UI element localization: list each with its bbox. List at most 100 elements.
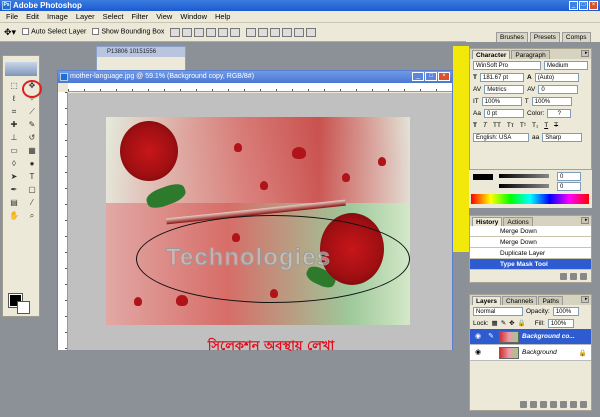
tab-history[interactable]: History [472, 217, 503, 226]
delete-state-icon[interactable] [580, 272, 587, 280]
history-item[interactable]: Merge Down [470, 226, 591, 237]
tracking-field[interactable]: 0 [538, 84, 579, 94]
bounding-box-checkbox[interactable] [92, 28, 100, 36]
lock-brush-icon[interactable]: ✎ [501, 319, 506, 327]
image-canvas[interactable]: Technologies [106, 117, 410, 325]
canvas-area[interactable]: Technologies সিলেকশন অবস্থায় লেখা [68, 93, 452, 354]
type-tool-icon[interactable]: T [25, 171, 39, 183]
dodge-tool-icon[interactable]: ● [25, 158, 39, 170]
menu-help[interactable]: Help [211, 12, 234, 21]
menu-filter[interactable]: Filter [128, 12, 153, 21]
distribute-top-icon[interactable] [246, 27, 257, 37]
vertical-scale-field[interactable]: 100% [481, 96, 522, 106]
align-bottom-icon[interactable] [194, 27, 205, 37]
eyedropper-tool-icon[interactable]: ⁄ [25, 197, 39, 209]
menu-layer[interactable]: Layer [72, 12, 99, 21]
new-group-icon[interactable] [560, 400, 567, 408]
auto-select-option[interactable]: Auto Select Layer [22, 28, 86, 36]
shape-tool-icon[interactable]: ▢ [25, 184, 39, 196]
lock-all-icon[interactable]: 🔒 [518, 319, 526, 327]
visibility-eye-icon[interactable]: ◉ [473, 332, 483, 342]
all-caps-icon[interactable]: TT [493, 122, 501, 129]
layer-style-icon[interactable] [530, 400, 537, 408]
align-center-icon[interactable] [218, 27, 229, 37]
layers-menu-icon[interactable]: ▸ [581, 296, 589, 303]
font-size-field[interactable]: 181.67 pt [479, 72, 524, 82]
new-snapshot-icon[interactable] [570, 272, 577, 280]
lock-move-icon[interactable]: ✥ [509, 319, 514, 327]
slice-tool-icon[interactable]: ⟋ [25, 106, 39, 118]
layer-row-background-copy[interactable]: ◉ ✎ Background co... [470, 329, 591, 345]
tab-paths[interactable]: Paths [538, 296, 564, 305]
tab-layers[interactable]: Layers [472, 296, 501, 305]
eraser-tool-icon[interactable]: ▭ [7, 145, 21, 157]
color-slider-2[interactable] [499, 184, 549, 188]
menu-file[interactable]: File [2, 12, 22, 21]
dock-tab-brushes[interactable]: Brushes [496, 32, 528, 42]
lasso-tool-icon[interactable]: ℓ [7, 93, 21, 105]
toolbox-logo[interactable] [5, 62, 37, 76]
doc-minimize-button[interactable]: _ [412, 72, 424, 81]
fill-field[interactable]: 100% [547, 318, 574, 328]
new-document-from-state-icon[interactable] [560, 272, 567, 280]
baseline-shift-field[interactable]: 0 pt [483, 108, 524, 118]
history-menu-icon[interactable]: ▸ [581, 217, 589, 224]
adjustment-layer-icon[interactable] [550, 400, 557, 408]
distribute-hcenter-icon[interactable] [293, 27, 304, 37]
align-left-icon[interactable] [206, 27, 217, 37]
link-layers-icon[interactable] [520, 400, 527, 408]
lock-transparency-icon[interactable]: ▦ [492, 319, 498, 327]
gradient-tool-icon[interactable]: ▦ [25, 145, 39, 157]
path-selection-icon[interactable]: ➤ [7, 171, 21, 183]
history-brush-icon[interactable]: ↺ [25, 132, 39, 144]
visibility-eye-icon[interactable]: ◉ [473, 348, 483, 358]
align-middle-icon[interactable] [182, 27, 193, 37]
marquee-tool-icon[interactable]: ⬚ [7, 80, 21, 92]
underline-icon[interactable]: T [544, 122, 548, 129]
horizontal-scale-field[interactable]: 100% [531, 96, 572, 106]
blur-tool-icon[interactable]: ◊ [7, 158, 21, 170]
kerning-field[interactable]: Metrics [484, 84, 525, 94]
faux-italic-icon[interactable]: T [483, 122, 487, 129]
faux-bold-icon[interactable]: T [473, 122, 477, 129]
leading-field[interactable]: (Auto) [534, 72, 579, 82]
superscript-icon[interactable]: T¹ [520, 122, 526, 129]
minimize-button[interactable]: _ [569, 1, 578, 10]
history-item-selected[interactable]: Type Mask Tool [470, 259, 591, 270]
color-value-1[interactable]: 0 [557, 172, 581, 181]
language-select[interactable]: English: USA [473, 132, 529, 142]
small-caps-icon[interactable]: Tт [507, 122, 514, 129]
move-tool-preset-icon[interactable]: ✥▾ [4, 27, 16, 38]
align-right-icon[interactable] [230, 27, 241, 37]
bounding-box-option[interactable]: Show Bounding Box [92, 28, 164, 36]
text-color-swatch[interactable]: ? [547, 108, 572, 118]
font-style-select[interactable]: Medium [544, 60, 588, 70]
history-item[interactable]: Duplicate Layer [470, 248, 591, 259]
tab-character[interactable]: Character [472, 50, 511, 59]
healing-brush-icon[interactable]: ✚ [7, 119, 21, 131]
doc-maximize-button[interactable]: □ [425, 72, 437, 81]
font-family-select[interactable]: WinSoft Pro [473, 60, 541, 70]
layer-row-background[interactable]: ◉ Background 🔒 [470, 345, 591, 361]
align-top-icon[interactable] [170, 27, 181, 37]
clone-stamp-icon[interactable]: ⊥ [7, 132, 21, 144]
menu-view[interactable]: View [152, 12, 176, 21]
hand-tool-icon[interactable]: ✋ [7, 210, 21, 222]
color-value-2[interactable]: 0 [557, 182, 581, 191]
layer-mask-icon[interactable] [540, 400, 547, 408]
subscript-icon[interactable]: T₁ [532, 122, 538, 129]
doc-close-button[interactable]: × [438, 72, 450, 81]
distribute-left-icon[interactable] [282, 27, 292, 37]
color-slider[interactable] [499, 174, 549, 178]
notes-tool-icon[interactable]: ▤ [7, 197, 21, 209]
distribute-middle-icon[interactable] [258, 27, 269, 37]
pen-tool-icon[interactable]: ✒ [7, 184, 21, 196]
brush-tool-icon[interactable]: ✎ [25, 119, 39, 131]
distribute-bottom-icon[interactable] [270, 27, 281, 37]
dock-tab-presets[interactable]: Presets [529, 32, 560, 42]
history-item[interactable]: Merge Down [470, 237, 591, 248]
distribute-right-icon[interactable] [305, 27, 316, 37]
panel-menu-icon[interactable]: ▸ [581, 50, 589, 57]
maximize-button[interactable]: □ [579, 1, 588, 10]
auto-select-checkbox[interactable] [22, 28, 30, 36]
